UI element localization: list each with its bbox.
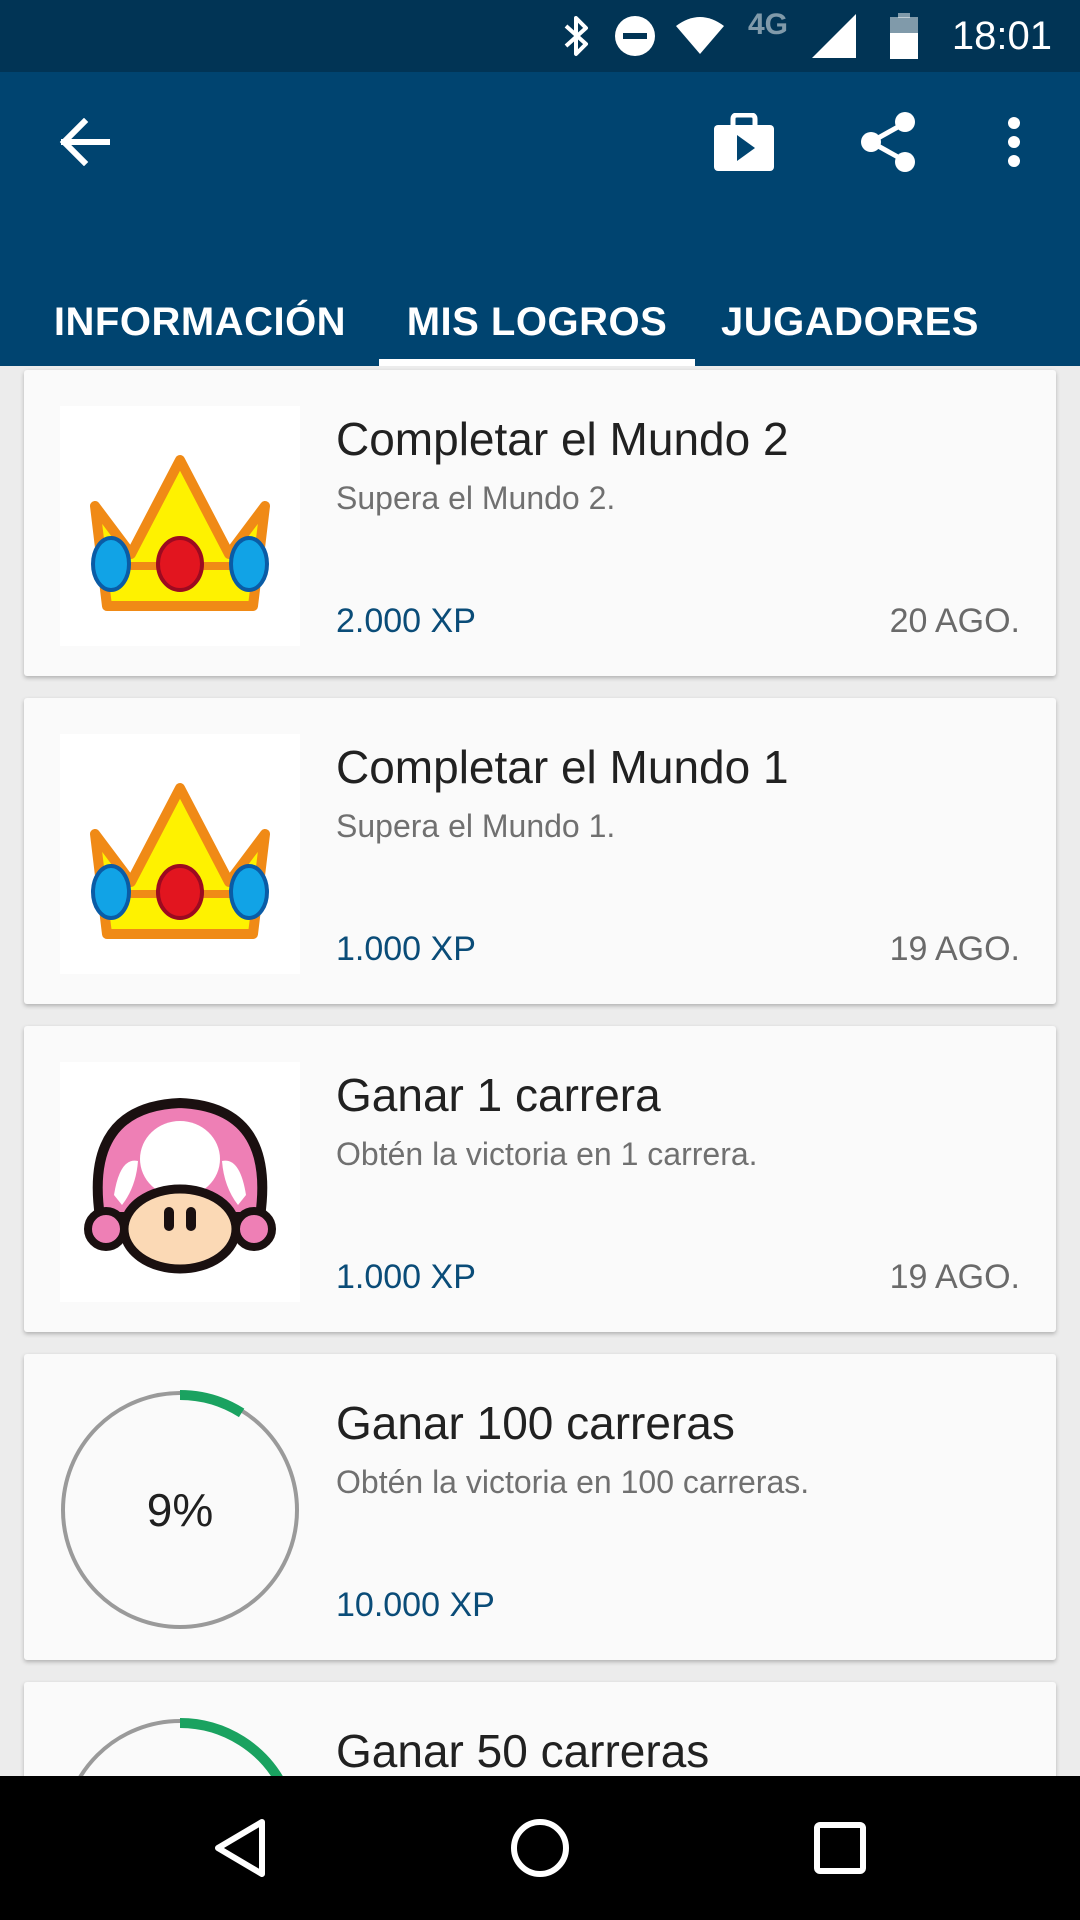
app-bar: INFORMACIÓN MIS LOGROS JUGADORES (0, 72, 1080, 366)
bluetooth-icon (556, 0, 596, 72)
achievement-xp: 2.000 XP (336, 602, 476, 640)
tab-mis-logros[interactable]: MIS LOGROS (379, 292, 695, 366)
achievement-card[interactable]: Completar el Mundo 1 Supera el Mundo 1. … (24, 698, 1056, 1004)
achievement-title: Completar el Mundo 1 (336, 741, 789, 793)
recents-nav-icon[interactable] (760, 1776, 920, 1920)
do-not-disturb-icon (610, 0, 660, 72)
achievement-description: Supera el Mundo 2. (336, 480, 616, 516)
back-nav-icon[interactable] (160, 1776, 320, 1920)
share-icon[interactable] (848, 102, 928, 182)
progress-arc (179, 1718, 283, 1776)
status-bar: 4G 18:01 (0, 0, 1080, 72)
achievement-description: Supera el Mundo 1. (336, 808, 616, 844)
achievement-card[interactable]: Completar el Mundo 2 Supera el Mundo 2. … (24, 370, 1056, 676)
achievements-list[interactable]: Completar el Mundo 2 Supera el Mundo 2. … (0, 366, 1080, 1776)
achievement-xp: 10.000 XP (336, 1586, 495, 1624)
home-nav-icon[interactable] (460, 1776, 620, 1920)
crown-icon (60, 734, 300, 974)
achievement-title: Ganar 100 carreras (336, 1397, 735, 1449)
achievement-title: Ganar 1 carrera (336, 1069, 661, 1121)
back-arrow-icon[interactable] (44, 102, 124, 182)
achievement-card[interactable]: Ganar 50 carreras (24, 1682, 1056, 1776)
battery-icon (884, 0, 924, 72)
achievement-card[interactable]: Ganar 1 carrera Obtén la victoria en 1 c… (24, 1026, 1056, 1332)
tab-informacion[interactable]: INFORMACIÓN (40, 292, 360, 366)
toadette-icon (60, 1062, 300, 1302)
navigation-bar (0, 1776, 1080, 1920)
signal-icon (810, 0, 858, 72)
selected-tab-indicator (379, 359, 695, 366)
achievement-description: Obtén la victoria en 100 carreras. (336, 1464, 810, 1500)
achievement-date: 20 AGO. (889, 602, 1020, 640)
play-store-icon[interactable] (704, 102, 784, 182)
progress-ring: 9% (60, 1390, 300, 1630)
achievement-card[interactable]: 9% Ganar 100 carreras Obtén la victoria … (24, 1354, 1056, 1660)
more-vert-icon[interactable] (974, 102, 1054, 182)
achievement-title: Completar el Mundo 2 (336, 413, 789, 465)
achievement-date: 19 AGO. (889, 1258, 1020, 1296)
achievement-title: Ganar 50 carreras (336, 1725, 710, 1776)
clock: 18:01 (951, 14, 1052, 58)
progress-label: 9% (146, 1484, 214, 1536)
tab-jugadores[interactable]: JUGADORES (720, 292, 980, 366)
achievement-description: Obtén la victoria en 1 carrera. (336, 1136, 758, 1172)
achievement-date: 19 AGO. (889, 930, 1020, 968)
crown-icon (60, 406, 300, 646)
wifi-icon (672, 0, 728, 72)
progress-ring (60, 1718, 300, 1776)
achievement-xp: 1.000 XP (336, 930, 476, 968)
achievement-xp: 1.000 XP (336, 1258, 476, 1296)
screen: 4G 18:01 INFORMACIÓN MIS LOGROS JUGADORE… (0, 0, 1080, 1920)
network-type-label: 4G (748, 8, 789, 41)
tab-bar: INFORMACIÓN MIS LOGROS JUGADORES (0, 292, 1080, 366)
